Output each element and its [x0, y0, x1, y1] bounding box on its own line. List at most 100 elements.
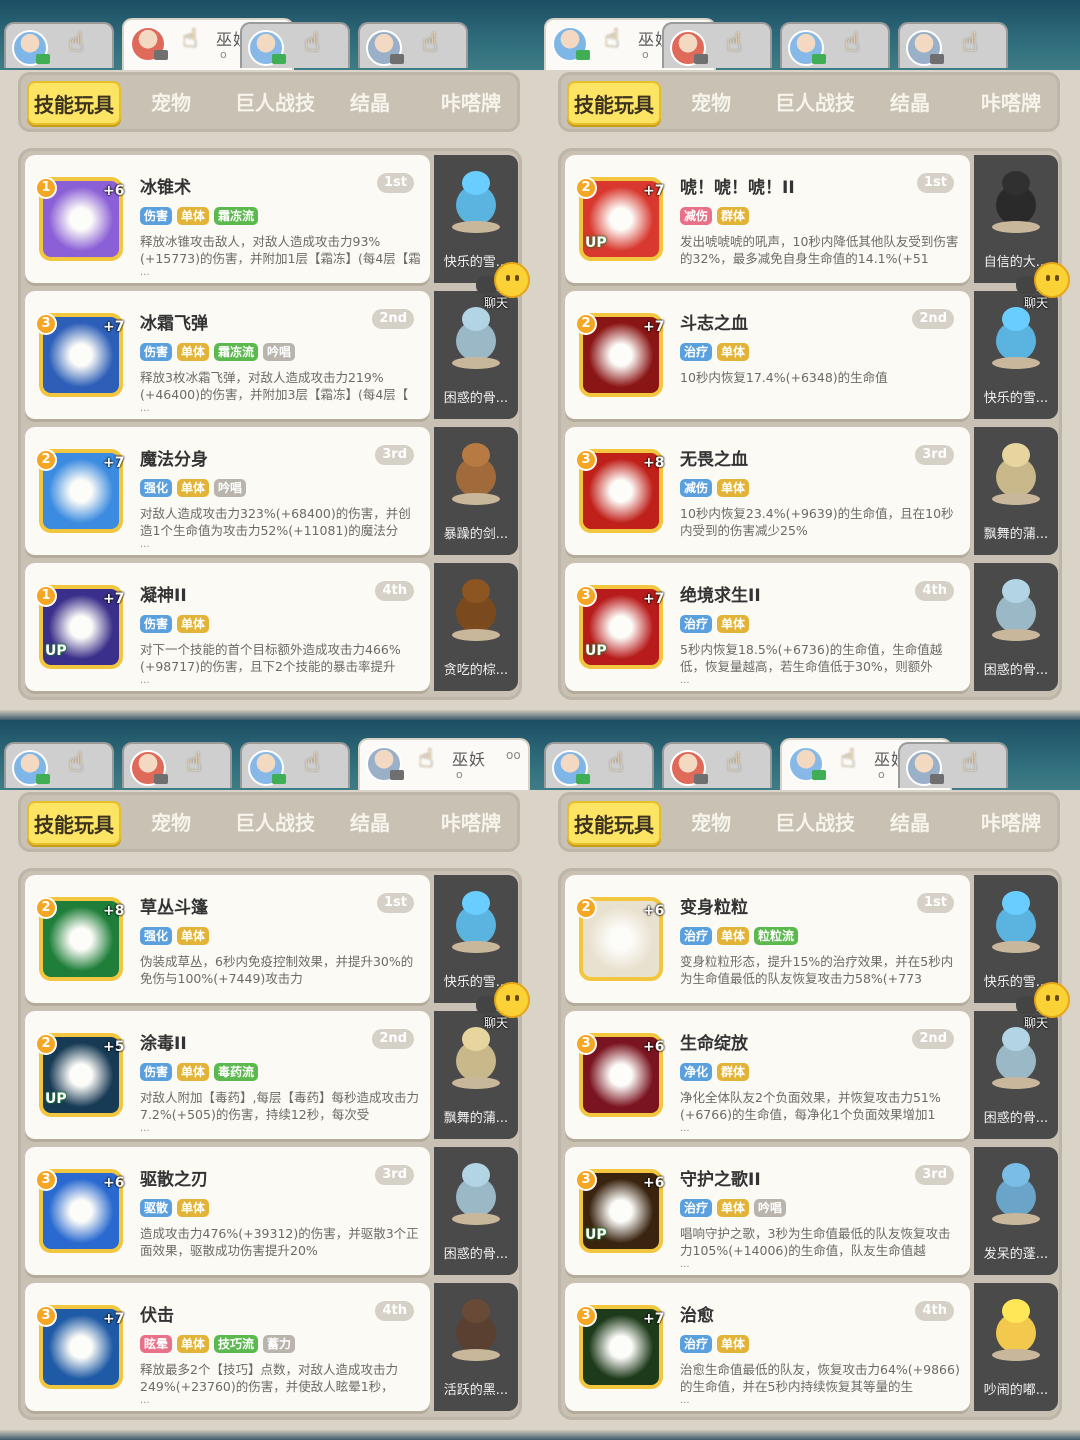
skill-card[interactable]: 3 +6 驱散之刃 3rd 驱散 单体 造成攻击力476%(+39312)的伤害，并驱散3个…	[25, 1147, 430, 1275]
pet-slot[interactable]: 暴躁的剑...	[434, 427, 518, 555]
emoji-face-icon	[494, 982, 530, 1018]
pet-slot[interactable]: 吵闹的嘟...	[974, 1283, 1058, 1411]
character-tab[interactable]: ☝	[358, 22, 468, 68]
status-badge	[36, 774, 50, 784]
tab-0[interactable]: 技能玩具	[567, 81, 661, 125]
character-tab[interactable]: ☝	[240, 742, 350, 788]
skill-card[interactable]: 1 +6 冰锥术 1st 伤害 单体 霜冻流 释放冰锥攻击敌人，对敌人造成攻击力93%(+15…	[25, 155, 430, 283]
chat-button[interactable]: 聊天	[1016, 982, 1072, 1032]
skill-card[interactable]: 3 +7 伏击 4th 眩晕 单体 技巧流 蓄力 释放最多2个【技巧】点数，对敌人造成攻击力24…	[25, 1283, 430, 1411]
skill-level-badge: 2	[575, 177, 597, 199]
skill-card[interactable]: 2 +8 草丛斗篷 1st 强化 单体 伪装成草丛，6秒内免疫控制效果，并提升30%的免伤与…	[25, 875, 430, 1003]
pet-name: 发呆的蓬...	[983, 1247, 1049, 1262]
character-tab[interactable]: ☝	[898, 22, 1008, 68]
skill-card[interactable]: 2 +6 变身粒粒 1st 治疗 单体 粒粒流 变身粒粒形态，提升15%的治疗效果，并在5秒内…	[565, 875, 970, 1003]
skill-card[interactable]: 2 +5 UP 涂毒II 2nd 伤害 单体 毒药流 对敌人附加【毒药】,每层【毒药】每秒造成攻…	[25, 1011, 430, 1139]
pet-slot[interactable]: 活跃的黑...	[434, 1283, 518, 1411]
skill-card[interactable]: 3 +7 冰霜飞弹 2nd 伤害 单体 霜冻流 吟唱 释放3枚冰霜飞弹，对敌人造成攻击力219%…	[25, 291, 430, 419]
skill-card[interactable]: 3 +6 UP 守护之歌II 3rd 治疗 单体 吟唱 唱响守护之歌，3秒为生命值最低的队友恢复…	[565, 1147, 970, 1275]
tab-1[interactable]: 宠物	[667, 801, 755, 845]
skill-slot-rank: 2nd	[912, 1029, 954, 1049]
pet-base	[992, 1349, 1040, 1361]
character-tab[interactable]: ☝	[4, 22, 114, 68]
character-tab[interactable]: ☝	[780, 22, 890, 68]
character-tab[interactable]: ☝	[122, 742, 232, 788]
pet-slot[interactable]: 困惑的骨...	[434, 1147, 518, 1275]
tab-4[interactable]: 咔嗒牌	[967, 81, 1055, 125]
character-tab[interactable]: ☝	[898, 742, 1008, 788]
tab-4[interactable]: 咔嗒牌	[427, 801, 515, 845]
skill-card[interactable]: 1 +7 UP 凝神II 4th 伤害 单体 对下一个技能的首个目标额外造成攻击力466%(+…	[25, 563, 430, 691]
tab-2[interactable]: 巨人战技	[227, 801, 323, 845]
tab-4[interactable]: 咔嗒牌	[427, 81, 515, 125]
skill-plus-level: +7	[643, 1311, 665, 1327]
skill-tag: 驱散	[140, 1199, 173, 1217]
pet-slot[interactable]: 困惑的骨...	[974, 563, 1058, 691]
skill-tag: 蓄力	[263, 1335, 296, 1353]
chat-label: 聊天	[1024, 296, 1049, 310]
tab-0[interactable]: 技能玩具	[27, 801, 121, 845]
chat-label: 聊天	[1024, 1016, 1049, 1030]
tab-3[interactable]: 结晶	[867, 81, 953, 125]
tab-1[interactable]: 宠物	[667, 81, 755, 125]
tab-3[interactable]: 结晶	[867, 801, 953, 845]
chat-button[interactable]: 聊天	[1016, 262, 1072, 312]
character-tab[interactable]: ☝	[662, 742, 772, 788]
skill-card[interactable]: 2 +7 UP 唬！唬！唬！II 1st 减伤 群体 发出唬唬唬的吼声，10秒内降低其他队友受…	[565, 155, 970, 283]
skill-plus-level: +7	[643, 591, 665, 607]
pet-slot[interactable]: 飘舞的蒲...	[974, 427, 1058, 555]
skill-card[interactable]: 2 +7 魔法分身 3rd 强化 单体 吟唱 对敌人造成攻击力323%(+68400)的伤害，…	[25, 427, 430, 555]
more-ellipsis: ...	[140, 1123, 150, 1134]
pet-figure	[452, 1027, 500, 1089]
skill-card[interactable]: 3 +7 UP 绝境求生II 4th 治疗 单体 5秒内恢复18.5%(+6736)的生命值，…	[565, 563, 970, 691]
pet-base	[992, 1213, 1040, 1225]
tab-0[interactable]: 技能玩具	[567, 801, 661, 845]
skill-slot-rank: 1st	[917, 173, 954, 193]
skill-tag: 治疗	[680, 343, 713, 361]
chat-button[interactable]: 聊天	[476, 982, 532, 1032]
pet-head	[462, 579, 490, 603]
pet-base	[452, 1077, 500, 1089]
tab-1[interactable]: 宠物	[127, 81, 215, 125]
character-tab[interactable]: ☝巫妖ooo	[358, 738, 530, 790]
pet-head	[462, 443, 490, 467]
hand-icon: ☝	[304, 28, 320, 58]
skill-tag: 单体	[717, 479, 750, 497]
pet-figure	[992, 891, 1040, 953]
pet-base	[452, 1213, 500, 1225]
skill-plus-level: +7	[643, 319, 665, 335]
pet-base	[452, 1349, 500, 1361]
skill-tag: 单体	[177, 615, 210, 633]
skill-card[interactable]: 2 +7 斗志之血 2nd 治疗 单体 10秒内恢复17.4%(+6348)的生命值	[565, 291, 970, 419]
tab-4[interactable]: 咔嗒牌	[967, 801, 1055, 845]
tab-2[interactable]: 巨人战技	[767, 801, 863, 845]
skill-description: 10秒内恢复23.4%(+9639)的生命值，且在10秒内受到的伤害减少25%	[680, 506, 954, 538]
skill-card[interactable]: 3 +7 治愈 4th 治疗 单体 治愈生命值最低的队友，恢复攻击力64%(+9866)的生…	[565, 1283, 970, 1411]
pet-slot[interactable]: 贪吃的棕...	[434, 563, 518, 691]
tab-2[interactable]: 巨人战技	[227, 81, 323, 125]
tab-2[interactable]: 巨人战技	[767, 81, 863, 125]
skill-level-badge: 3	[575, 1033, 597, 1055]
character-tab[interactable]: ☝	[544, 742, 654, 788]
emoji-face-icon	[494, 262, 530, 298]
pet-slot[interactable]: 发呆的蓬...	[974, 1147, 1058, 1275]
skill-list: 2 +8 草丛斗篷 1st 强化 单体 伪装成草丛，6秒内免疫控制效果，并提升30%的免伤与…	[18, 868, 522, 1420]
pet-figure	[992, 1163, 1040, 1225]
character-tab[interactable]: ☝	[240, 22, 350, 68]
more-ellipsis: ...	[680, 1395, 690, 1406]
status-badge	[576, 50, 590, 60]
tab-0[interactable]: 技能玩具	[27, 81, 121, 125]
pet-figure	[992, 307, 1040, 369]
skill-tags: 强化 单体	[140, 927, 210, 945]
tab-3[interactable]: 结晶	[327, 81, 413, 125]
tab-1[interactable]: 宠物	[127, 801, 215, 845]
skill-card[interactable]: 3 +8 无畏之血 3rd 减伤 单体 10秒内恢复23.4%(+9639)的生命值，且在1…	[565, 427, 970, 555]
tab-3[interactable]: 结晶	[327, 801, 413, 845]
upgrade-badge: UP	[585, 235, 607, 251]
skill-level-badge: 3	[35, 1169, 57, 1191]
character-tab[interactable]: ☝	[662, 22, 772, 68]
character-tab[interactable]: ☝	[4, 742, 114, 788]
skill-tags: 伤害 单体 霜冻流	[140, 207, 259, 225]
chat-button[interactable]: 聊天	[476, 262, 532, 312]
skill-card[interactable]: 3 +6 生命绽放 2nd 净化 群体 净化全体队友2个负面效果，并恢复攻击力51%(+67…	[565, 1011, 970, 1139]
